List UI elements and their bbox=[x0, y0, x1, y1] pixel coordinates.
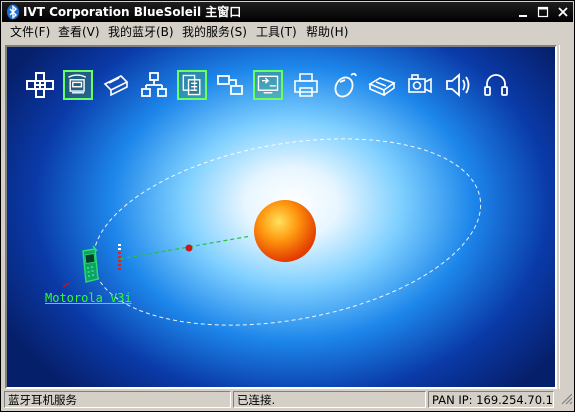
status-pan-ip: PAN IP: 169.254.70.137 bbox=[428, 391, 554, 408]
menu-file[interactable]: 文件(F) bbox=[8, 23, 52, 41]
orbit-diagram bbox=[62, 138, 482, 326]
close-icon[interactable] bbox=[556, 5, 570, 19]
vertical-scrollbar[interactable] bbox=[559, 45, 573, 389]
connection-dot bbox=[185, 244, 193, 252]
menu-tools[interactable]: 工具(T) bbox=[254, 23, 299, 41]
status-connection: 已连接. bbox=[233, 391, 426, 408]
mobile-phone-icon[interactable] bbox=[77, 245, 101, 285]
device-map-area[interactable]: Motorola V3i bbox=[5, 45, 557, 389]
antenna-mark bbox=[62, 282, 70, 288]
main-window: IVT Corporation BlueSoleil 主窗口 文件(F) 查看(… bbox=[0, 0, 575, 412]
menu-my-bluetooth[interactable]: 我的蓝牙(B) bbox=[106, 23, 176, 41]
menu-help[interactable]: 帮助(H) bbox=[304, 23, 350, 41]
status-service: 蓝牙耳机服务 bbox=[4, 391, 231, 408]
menu-my-services[interactable]: 我的服务(S) bbox=[180, 23, 249, 41]
maximize-icon[interactable] bbox=[536, 5, 550, 19]
status-bar: 蓝牙耳机服务 已连接. PAN IP: 169.254.70.137 bbox=[2, 391, 573, 410]
signal-indicator bbox=[118, 244, 121, 270]
menu-bar: 文件(F) 查看(V) 我的蓝牙(B) 我的服务(S) 工具(T) 帮助(H) bbox=[2, 23, 573, 41]
sun-local-device-icon bbox=[254, 200, 316, 262]
window-title: IVT Corporation BlueSoleil 主窗口 bbox=[23, 5, 242, 19]
title-bar[interactable]: IVT Corporation BlueSoleil 主窗口 bbox=[2, 2, 573, 22]
menu-view[interactable]: 查看(V) bbox=[56, 23, 102, 41]
connection-line bbox=[119, 235, 252, 260]
device-name-label[interactable]: Motorola V3i bbox=[45, 291, 132, 305]
resize-grip-icon[interactable] bbox=[556, 391, 572, 408]
minimize-icon[interactable] bbox=[516, 5, 530, 19]
bluetooth-logo-icon bbox=[7, 4, 19, 20]
